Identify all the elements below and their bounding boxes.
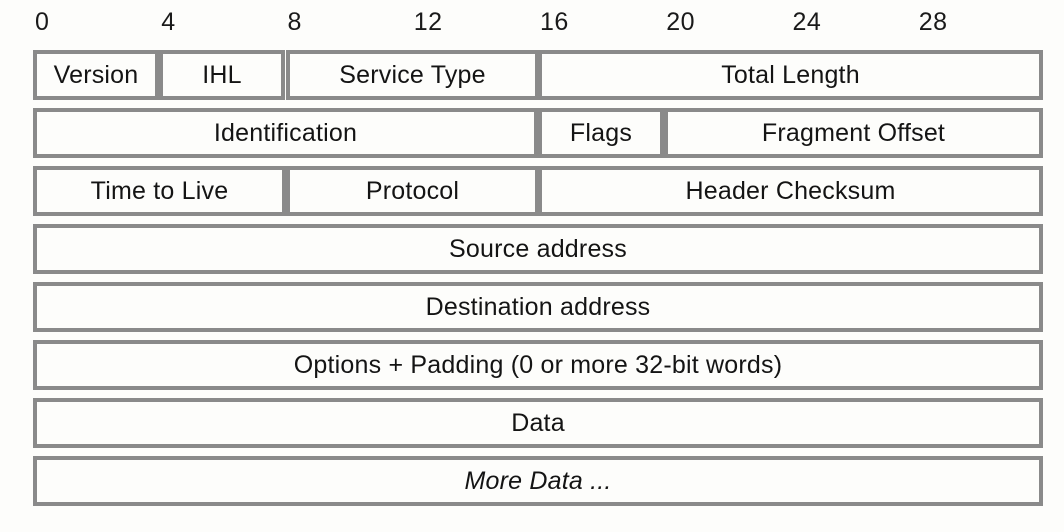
field-label: Time to Live <box>90 177 229 205</box>
row-5: Destination address <box>0 282 1064 332</box>
bit-tick-12: 12 <box>413 8 443 36</box>
row-7: Data <box>0 398 1064 448</box>
ipv4-header-diagram: 0 4 8 12 16 20 24 28 Version IHL Service Type Tota… <box>0 0 1064 532</box>
header-rows: Version IHL Service Type Total Length Identi… <box>0 50 1064 514</box>
row-6: Options + Padding (0 or more 32-bit word… <box>0 340 1064 390</box>
field-flags: Flags <box>538 108 664 158</box>
field-fragment-offset: Fragment Offset <box>664 108 1043 158</box>
field-protocol: Protocol <box>286 166 539 216</box>
field-service-type: Service Type <box>286 50 539 100</box>
field-label: Fragment Offset <box>761 119 946 147</box>
field-more-data: More Data ... <box>33 456 1043 506</box>
field-ihl: IHL <box>159 50 285 100</box>
field-label: Flags <box>569 119 633 147</box>
row-8: More Data ... <box>0 456 1064 506</box>
row-2: Identification Flags Fragment Offset <box>0 108 1064 158</box>
field-label: Total Length <box>721 61 860 89</box>
field-identification: Identification <box>33 108 538 158</box>
bit-tick-4: 4 <box>161 8 176 36</box>
field-label: Protocol <box>365 177 460 205</box>
field-data: Data <box>33 398 1043 448</box>
field-version: Version <box>33 50 159 100</box>
bit-tick-20: 20 <box>666 8 696 36</box>
field-header-checksum: Header Checksum <box>538 166 1043 216</box>
field-label: Header Checksum <box>685 177 896 205</box>
field-destination-address: Destination address <box>33 282 1043 332</box>
field-label: Service Type <box>339 61 486 89</box>
field-source-address: Source address <box>33 224 1043 274</box>
field-label: IHL <box>202 61 242 89</box>
field-label: Options + Padding (0 or more 32-bit word… <box>293 351 783 379</box>
field-label: Source address <box>449 235 627 263</box>
field-label: Version <box>53 61 139 89</box>
bit-tick-0: 0 <box>35 8 50 36</box>
bit-tick-8: 8 <box>287 8 302 36</box>
bit-tick-24: 24 <box>792 8 822 36</box>
row-4: Source address <box>0 224 1064 274</box>
field-label: More Data ... <box>464 467 612 495</box>
field-time-to-live: Time to Live <box>33 166 286 216</box>
row-1: Version IHL Service Type Total Length <box>0 50 1064 100</box>
bit-tick-16: 16 <box>540 8 569 36</box>
bit-scale-ruler: 0 4 8 12 16 20 24 28 <box>0 0 1064 50</box>
field-label: Identification <box>213 119 358 147</box>
field-total-length: Total Length <box>538 50 1043 100</box>
field-label: Destination address <box>425 293 651 321</box>
field-label: Data <box>511 409 565 437</box>
field-options-padding-0-or-more-32-bit-words: Options + Padding (0 or more 32-bit word… <box>33 340 1043 390</box>
row-3: Time to Live Protocol Header Checksum <box>0 166 1064 216</box>
bit-tick-28: 28 <box>918 8 948 36</box>
